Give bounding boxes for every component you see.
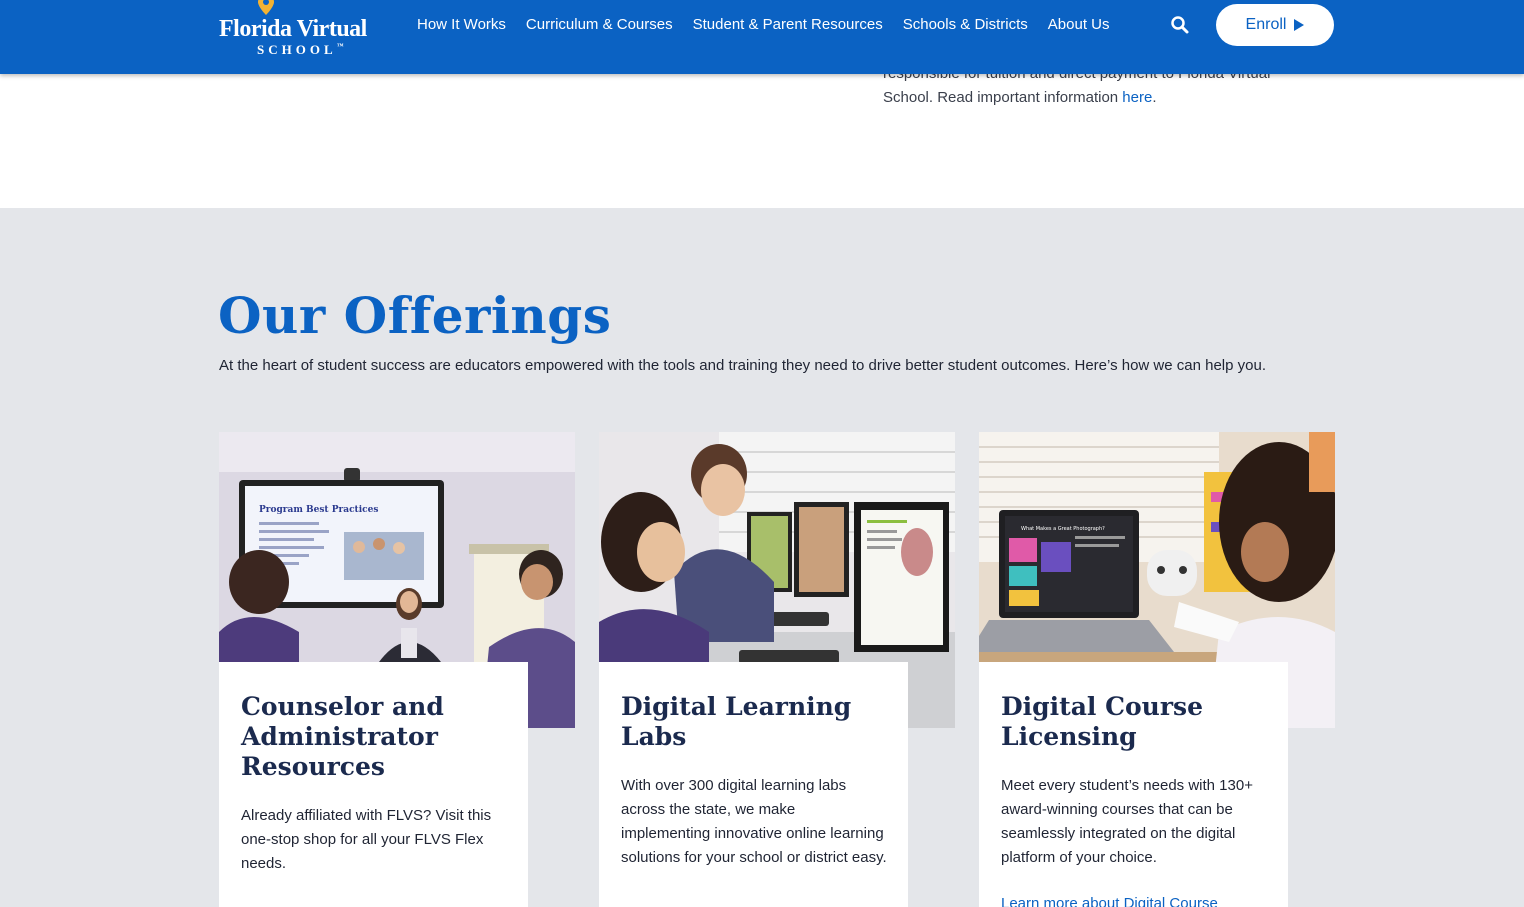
card-title[interactable]: Digital Learning Labs <box>621 692 887 752</box>
play-arrow-icon <box>1294 19 1305 31</box>
notice-trailing: . <box>1152 89 1157 106</box>
nav-student-parent-resources[interactable]: Student & Parent Resources <box>693 15 883 35</box>
nav-schools-districts[interactable]: Schools & Districts <box>903 15 1028 35</box>
site-header: Florida Virtual SCHOOL™ How It Works Cur… <box>0 0 1524 74</box>
nav-curriculum-courses[interactable]: Curriculum & Courses <box>526 15 673 35</box>
card-title[interactable]: Digital Course Licensing <box>1001 692 1267 752</box>
nav-how-it-works[interactable]: How It Works <box>417 15 506 35</box>
offerings-section: Our Offerings At the heart of student su… <box>0 208 1524 907</box>
learn-more-link[interactable]: Learn more about Digital Course <box>1001 892 1267 907</box>
main-nav: How It Works Curriculum & Courses Studen… <box>417 15 1129 35</box>
logo-trademark: ™ <box>336 42 344 50</box>
card-description: Meet every student’s needs with 130+ awa… <box>1001 777 1253 866</box>
card-body: Counselor and Administrator Resources Al… <box>219 662 528 907</box>
card-body: Digital Course Licensing Meet every stud… <box>979 662 1288 907</box>
card-body: Digital Learning Labs With over 300 digi… <box>599 662 908 907</box>
offering-card-digital-labs[interactable]: Digital Learning Labs With over 300 digi… <box>599 432 956 907</box>
flvs-logo[interactable]: Florida Virtual SCHOOL™ <box>219 0 389 62</box>
nav-about-us[interactable]: About Us <box>1048 15 1110 35</box>
presentation-screen-title: Program Best Practices <box>259 505 378 515</box>
offering-card-course-licensing[interactable]: What Makes a Great Photograph? Digital C… <box>979 432 1336 907</box>
offerings-intro: At the heart of student success are educ… <box>219 357 1266 374</box>
card-title[interactable]: Counselor and Administrator Resources <box>241 692 507 782</box>
logo-text-school: SCHOOL <box>257 42 337 57</box>
logo-text-primary: Florida Virtual <box>219 16 367 42</box>
laptop-screen-title: What Makes a Great Photograph? <box>1021 526 1105 532</box>
card-description: With over 300 digital learning labs acro… <box>621 777 887 866</box>
enroll-label: Enroll <box>1245 16 1287 33</box>
notice-here-link[interactable]: here <box>1122 89 1152 106</box>
offerings-title: Our Offerings <box>218 286 612 345</box>
card-description: Already affiliated with FLVS? Visit this… <box>241 807 492 872</box>
offering-card-counselor[interactable]: Program Best Practices Counselor and Adm… <box>219 432 576 907</box>
enroll-button[interactable]: Enroll <box>1216 4 1334 46</box>
logo-text-secondary: SCHOOL™ <box>257 42 344 58</box>
location-pin-icon <box>258 0 274 15</box>
search-icon[interactable] <box>1170 15 1190 35</box>
